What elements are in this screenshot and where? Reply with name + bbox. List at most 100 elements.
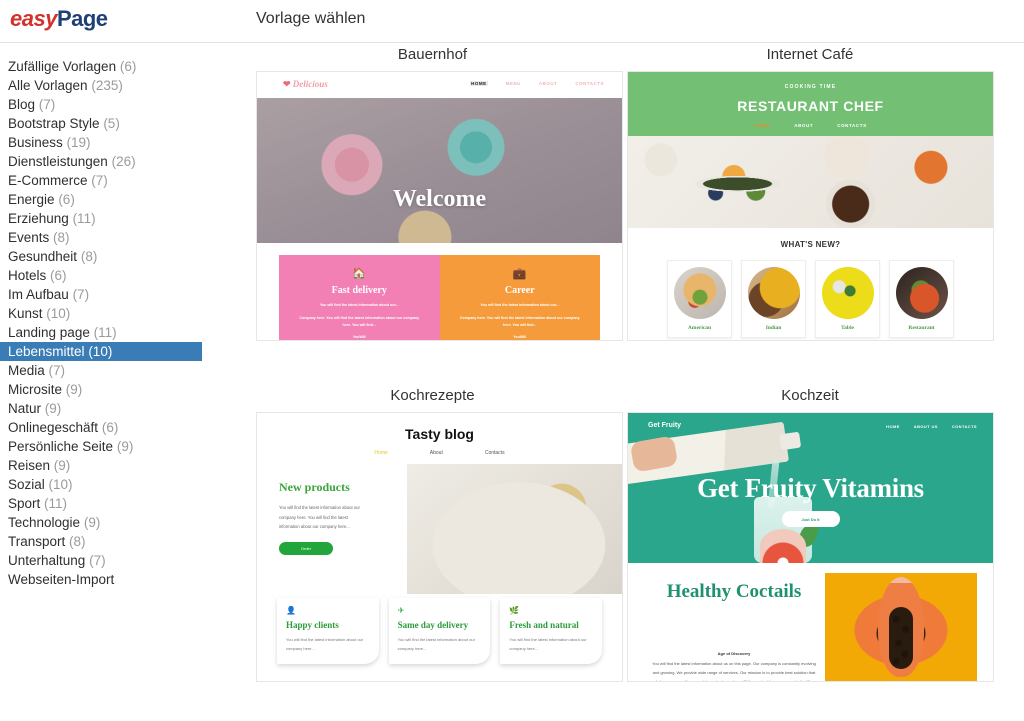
table-image	[821, 267, 874, 319]
sidebar-item-landing-page[interactable]: Landing page (11)	[0, 323, 202, 342]
sidebar-item-blog[interactable]: Blog (7)	[0, 95, 202, 114]
sidebar-item-count: (6)	[58, 192, 75, 207]
sidebar-item-count: (10)	[46, 306, 71, 321]
thumb3-card-fresh-and-natural: 🌿 Fresh and natural You will find the la…	[500, 598, 603, 664]
thumb4-nav-home: HOME	[886, 424, 900, 429]
sidebar-item-zuf-llige-vorlagen[interactable]: Zufällige Vorlagen (6)	[0, 57, 202, 76]
sidebar-item-label: Persönliche Seite	[8, 439, 114, 454]
restaurant-image	[895, 267, 948, 319]
thumb3-hero-text: New products You will find the latest in…	[257, 464, 407, 584]
sidebar-item-unterhaltung[interactable]: Unterhaltung (7)	[0, 551, 202, 570]
sidebar-item-count: (9)	[44, 401, 62, 416]
sidebar-item-kunst[interactable]: Kunst (10)	[0, 304, 202, 323]
thumb1-card-career: 💼 Career You will find the latest inform…	[439, 255, 600, 340]
thumb3-menu: Home About Contacts	[257, 450, 622, 456]
sidebar-item-count: (26)	[111, 154, 136, 169]
sidebar-item-count: (11)	[72, 211, 96, 226]
thumb3-nav-about: About	[429, 450, 443, 456]
template-thumbnail-kochzeit[interactable]: Get Fruity HOME ABOUT US CONTACTS Get Fr…	[627, 412, 994, 682]
sidebar-item-technologie[interactable]: Technologie (9)	[0, 513, 202, 532]
sidebar-item-label: Erziehung	[8, 211, 69, 226]
thumb1-card-fast-delivery: 🏠 Fast delivery You will find the latest…	[279, 255, 440, 340]
sidebar-item-gesundheit[interactable]: Gesundheit (8)	[0, 247, 202, 266]
sidebar-item-count: (11)	[44, 496, 68, 511]
delicious-logo-text: Delicious	[292, 79, 328, 89]
template-title-internet-cafe: Internet Café	[766, 46, 854, 63]
sidebar-item-media[interactable]: Media (7)	[0, 361, 202, 380]
grapefruit-slice-image	[760, 529, 806, 563]
sidebar-item-label: Unterhaltung	[8, 553, 86, 568]
thumb2-eyebrow: COOKING TIME	[784, 84, 837, 90]
sidebar-item-pers-nliche-seite[interactable]: Persönliche Seite (9)	[0, 437, 202, 456]
sidebar-item-label: Zufällige Vorlagen	[8, 59, 117, 74]
sidebar-item-count: (10)	[88, 344, 113, 359]
template-chooser-page: easyPage Vorlage wählen Zufällige Vorlag…	[0, 0, 1024, 721]
thumb3-card3-title: Fresh and natural	[509, 620, 579, 630]
sidebar-item-count: (5)	[103, 116, 120, 131]
thumb2-menu: HOME ABOUT CONTACTS	[628, 123, 993, 128]
sidebar-item-im-aufbau[interactable]: Im Aufbau (7)	[0, 285, 202, 304]
thumb4-section-body: You will find the latest information abo…	[652, 661, 816, 682]
sidebar-item-label: Sport	[8, 496, 41, 511]
burger-image	[673, 267, 726, 319]
sidebar-item-hotels[interactable]: Hotels (6)	[0, 266, 202, 285]
sidebar-item-events[interactable]: Events (8)	[0, 228, 202, 247]
thumb2-nav-about: ABOUT	[794, 123, 814, 128]
thumb1-nav-about: ABOUT	[538, 81, 558, 86]
thumb2-caption-indian: Indian	[765, 325, 782, 331]
template-card-kochrezepte[interactable]: Kochrezepte Tasty blog Home About Contac…	[242, 384, 623, 682]
sidebar-item-alle-vorlagen[interactable]: Alle Vorlagen (235)	[0, 76, 202, 95]
sidebar-item-dienstleistungen[interactable]: Dienstleistungen (26)	[0, 152, 202, 171]
template-grid: Bauernhof ❤ Delicious HOME MENU ABOUT CO…	[215, 43, 1024, 721]
thumb1-hero-donuts-image: Welcome	[257, 98, 622, 243]
template-thumbnail-bauernhof[interactable]: ❤ Delicious HOME MENU ABOUT CONTACTS Wel…	[256, 71, 623, 341]
thumb2-header: COOKING TIME RESTAURANT CHEF HOME ABOUT …	[628, 72, 993, 136]
sidebar-item-count: (19)	[66, 135, 91, 150]
thumb1-card2-lead: You will find the latest information abo…	[480, 303, 560, 307]
thumb1-menu: HOME MENU ABOUT CONTACTS	[470, 81, 604, 86]
sidebar-item-natur[interactable]: Natur (9)	[0, 399, 202, 418]
thumb2-card-american: American	[667, 260, 732, 338]
template-card-internet-cafe[interactable]: Internet Café COOKING TIME RESTAURANT CH…	[626, 43, 994, 341]
sidebar-item-count: (8)	[69, 534, 86, 549]
sidebar-item-reisen[interactable]: Reisen (9)	[0, 456, 202, 475]
delicious-logo: ❤ Delicious	[283, 79, 328, 90]
easypage-logo[interactable]: easyPage	[10, 6, 108, 32]
sidebar-item-microsite[interactable]: Microsite (9)	[0, 380, 202, 399]
sidebar-item-onlinegesch-ft[interactable]: Onlinegeschäft (6)	[0, 418, 202, 437]
paper-plane-icon: ✈	[397, 606, 405, 615]
template-thumbnail-kochrezepte[interactable]: Tasty blog Home About Contacts New produ…	[256, 412, 623, 682]
sidebar-item-sozial[interactable]: Sozial (10)	[0, 475, 202, 494]
thumb4-menu: HOME ABOUT US CONTACTS	[886, 424, 977, 429]
sidebar-item-sport[interactable]: Sport (11)	[0, 494, 202, 513]
person-icon: 👤	[286, 606, 296, 615]
sidebar-item-energie[interactable]: Energie (6)	[0, 190, 202, 209]
sidebar-item-bootstrap-style[interactable]: Bootstrap Style (5)	[0, 114, 202, 133]
logo-text-page: Page	[56, 6, 108, 31]
thumb4-nav-contacts: CONTACTS	[951, 424, 977, 429]
sidebar-item-webseiten-import[interactable]: Webseiten-Import	[0, 570, 202, 589]
get-fruity-logo: Get Fruity	[648, 422, 682, 429]
thumb1-nav-home: HOME	[470, 81, 488, 86]
sidebar-item-lebensmittel[interactable]: Lebensmittel (10)	[0, 342, 202, 361]
thumb4-nav-about-us: ABOUT US	[913, 424, 938, 429]
home-icon: 🏠	[352, 268, 367, 280]
sidebar-item-e-commerce[interactable]: E-Commerce (7)	[0, 171, 202, 190]
thumb2-nav-home: HOME	[754, 123, 771, 128]
leaf-icon: 🌿	[509, 606, 520, 615]
sidebar-item-label: Landing page	[8, 325, 90, 340]
sidebar-item-transport[interactable]: Transport (8)	[0, 532, 202, 551]
template-card-bauernhof[interactable]: Bauernhof ❤ Delicious HOME MENU ABOUT CO…	[242, 43, 623, 341]
logo-text-easy: easy	[10, 6, 57, 31]
thumb2-category-cards: American Indian Table Restaurant	[628, 260, 993, 338]
thumb3-card2-body: You will find the latest information abo…	[397, 637, 475, 652]
template-thumbnail-internet-cafe[interactable]: COOKING TIME RESTAURANT CHEF HOME ABOUT …	[627, 71, 994, 341]
template-card-kochzeit[interactable]: Kochzeit Get Fruity HOME ABOUT US CONTAC…	[626, 384, 994, 682]
sidebar-item-erziehung[interactable]: Erziehung (11)	[0, 209, 202, 228]
thumb1-card2-title: Career	[504, 285, 535, 296]
sidebar-item-business[interactable]: Business (19)	[0, 133, 202, 152]
sidebar-item-label: Business	[8, 135, 63, 150]
sidebar-item-count: (6)	[101, 420, 119, 435]
thumb4-lower-section: Healthy Coctails Age of Discovery You wi…	[628, 563, 993, 682]
thumb2-card-table: Table	[815, 260, 880, 338]
